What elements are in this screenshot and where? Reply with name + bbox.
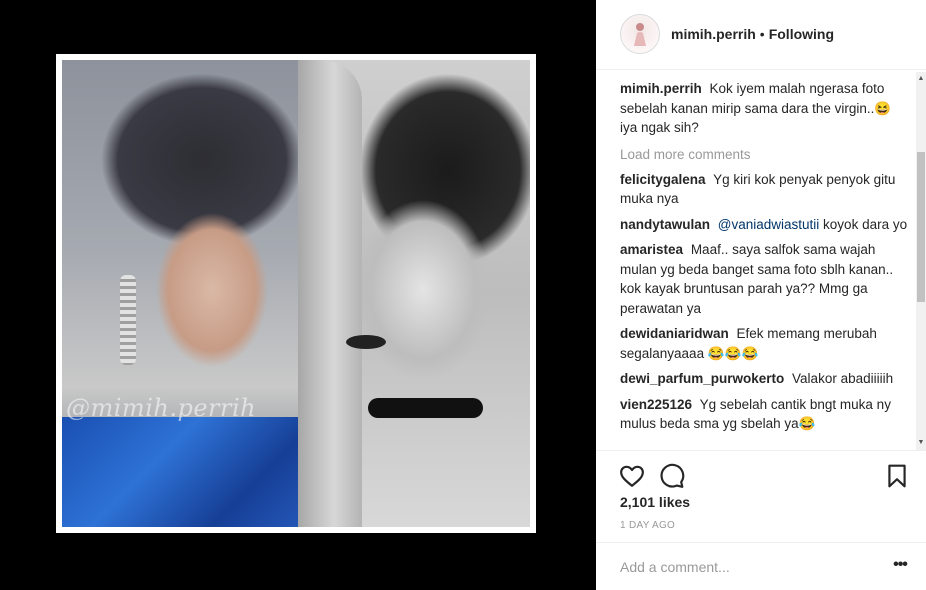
add-comment-bar: ••• — [596, 542, 926, 590]
comment-icon — [660, 463, 685, 488]
header-separator: • — [759, 26, 765, 42]
bookmark-icon — [888, 464, 906, 488]
comment-text: koyok dara yo — [819, 216, 908, 232]
choker-necklace — [368, 398, 483, 418]
comment-username[interactable]: amaristea — [620, 242, 683, 257]
like-button[interactable] — [619, 463, 645, 489]
add-comment-input[interactable] — [620, 557, 870, 577]
post-media-area: @mimih.perrih — [0, 0, 596, 590]
comment-mention[interactable]: @vaniadwiastutii — [718, 217, 820, 232]
comment-item: nandytawulan @vaniadwiastutii koyok dara… — [620, 215, 910, 235]
photo-right — [298, 60, 530, 527]
scroll-up-arrow-icon[interactable]: ▲ — [916, 72, 926, 86]
likes-count[interactable]: 2,101 likes — [620, 494, 690, 510]
header-username[interactable]: mimih.perrih — [671, 26, 756, 42]
comment-item: felicitygalena Yg kiri kok penyak penyok… — [620, 170, 910, 209]
load-more-comments-button[interactable]: Load more comments — [620, 145, 910, 164]
image-watermark: @mimih.perrih — [66, 394, 257, 422]
scroll-down-arrow-icon[interactable]: ▼ — [916, 436, 926, 450]
comment-username[interactable]: felicitygalena — [620, 172, 706, 187]
comment-username[interactable]: nandytawulan — [620, 217, 710, 232]
post-image[interactable]: @mimih.perrih — [56, 54, 536, 533]
comment-username[interactable]: vien225126 — [620, 397, 692, 412]
instagram-post-view: @mimih.perrih mimih.perrih • Following m… — [0, 0, 926, 590]
earring-left — [120, 275, 136, 365]
comment-item: amaristea Maaf.. saya salfok sama wajah … — [620, 240, 910, 318]
following-button[interactable]: Following — [769, 26, 834, 42]
comment-username[interactable]: dewidaniaridwan — [620, 326, 729, 341]
raised-arm — [298, 60, 362, 527]
scrollbar-thumb[interactable] — [917, 152, 925, 302]
lips — [346, 335, 386, 349]
comment-item: dewi_parfum_purwokerto Valakor abadiiiii… — [620, 369, 910, 389]
save-button[interactable] — [884, 463, 910, 489]
action-bar — [596, 450, 926, 500]
more-options-button[interactable]: ••• — [890, 555, 910, 575]
comments-list: mimih.perrih Kok iyem malah ngerasa foto… — [620, 79, 910, 449]
avatar[interactable] — [620, 14, 660, 54]
comment-item: dewidaniaridwan Efek memang merubah sega… — [620, 324, 910, 363]
caption: mimih.perrih Kok iyem malah ngerasa foto… — [620, 79, 910, 138]
caption-username[interactable]: mimih.perrih — [620, 81, 702, 96]
post-side-panel: mimih.perrih • Following mimih.perrih Kok … — [596, 0, 926, 590]
comment-username[interactable]: dewi_parfum_purwokerto — [620, 371, 784, 386]
post-timestamp[interactable]: 1 DAY AGO — [620, 520, 675, 531]
header-line: mimih.perrih • Following — [671, 26, 834, 42]
heart-icon — [620, 465, 644, 487]
comment-button[interactable] — [659, 463, 685, 489]
avatar-figure-icon — [634, 23, 646, 46]
comment-item: vien225126 Yg sebelah cantik bngt muka n… — [620, 395, 910, 434]
comments-scrollbar[interactable]: ▲ ▼ — [916, 72, 926, 450]
comment-text: Valakor abadiiiiih — [792, 371, 894, 386]
post-header: mimih.perrih • Following — [596, 0, 926, 70]
